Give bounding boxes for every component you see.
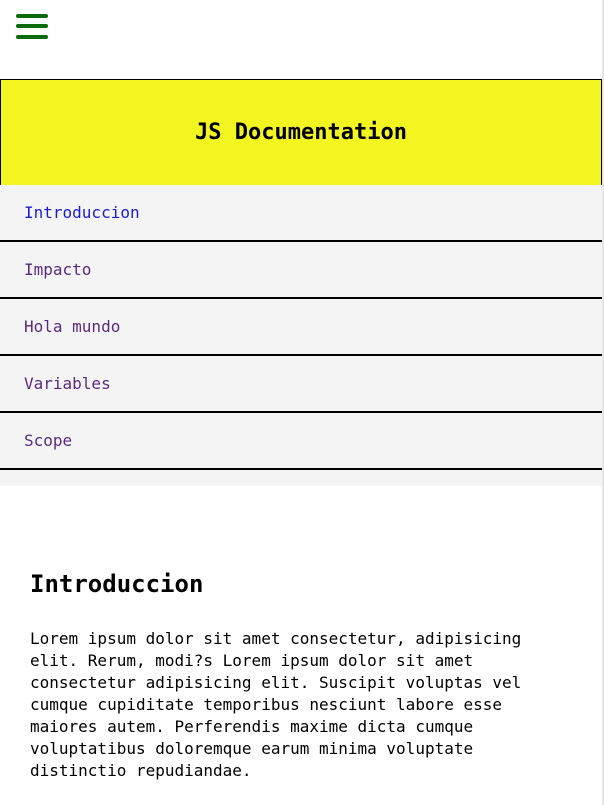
nav-link-hola-mundo[interactable]: Hola mundo xyxy=(0,299,602,356)
main-section-introduccion: Introduccion Lorem ipsum dolor sit amet … xyxy=(30,570,575,782)
nav-link-introduccion[interactable]: Introduccion xyxy=(0,185,602,242)
menu-bar xyxy=(16,14,48,18)
nav-link-impacto[interactable]: Impacto xyxy=(0,242,602,299)
navbar: Introduccion Impacto Hola mundo Variable… xyxy=(0,185,602,486)
section-title: Introduccion xyxy=(30,570,204,598)
hamburger-menu-icon[interactable] xyxy=(16,14,49,40)
nav-link-scope[interactable]: Scope xyxy=(0,413,602,470)
section-paragraph: Lorem ipsum dolor sit amet consectetur, … xyxy=(30,629,522,780)
page-title: JS Documentation xyxy=(195,120,407,145)
menu-bar xyxy=(16,24,48,28)
page: JS Documentation Introduccion Impacto Ho… xyxy=(0,0,604,805)
menu-bar xyxy=(16,35,48,39)
top-bar xyxy=(0,0,602,79)
page-header: JS Documentation xyxy=(0,79,602,186)
nav-link-variables[interactable]: Variables xyxy=(0,356,602,413)
